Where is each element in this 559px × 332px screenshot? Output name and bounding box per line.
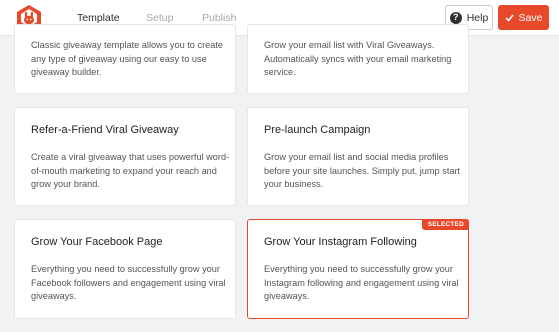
template-card-refer-a-friend[interactable]: Refer-a-Friend Viral Giveaway Create a v… bbox=[14, 107, 236, 206]
card-description: Everything you need to successfully grow… bbox=[31, 264, 226, 301]
question-icon: ? bbox=[449, 11, 462, 24]
selected-badge: SELECTED bbox=[421, 219, 469, 230]
template-card-email-list[interactable]: Grow your email list with Viral Giveaway… bbox=[247, 24, 469, 94]
tab-template[interactable]: Template bbox=[77, 12, 120, 24]
template-card-instagram[interactable]: SELECTED Grow Your Instagram Following E… bbox=[247, 219, 469, 319]
card-description: Create a viral giveaway that uses powerf… bbox=[31, 152, 230, 189]
card-title: Grow Your Facebook Page bbox=[31, 236, 163, 248]
template-card-pre-launch[interactable]: Pre-launch Campaign Grow your email list… bbox=[247, 107, 469, 206]
check-icon bbox=[504, 13, 514, 22]
tab-setup[interactable]: Setup bbox=[146, 12, 173, 24]
card-title: Refer-a-Friend Viral Giveaway bbox=[31, 124, 179, 136]
save-button-label: Save bbox=[518, 11, 543, 24]
tab-publish[interactable]: Publish bbox=[202, 12, 236, 24]
card-title: Grow Your Instagram Following bbox=[264, 236, 417, 248]
card-description: Grow your email list and social media pr… bbox=[264, 152, 461, 189]
template-card-facebook[interactable]: Grow Your Facebook Page Everything you n… bbox=[14, 219, 236, 319]
template-card-classic[interactable]: Classic giveaway template allows you to … bbox=[14, 24, 236, 94]
card-title: Pre-launch Campaign bbox=[264, 124, 371, 136]
card-description: Classic giveaway template allows you to … bbox=[31, 40, 224, 77]
card-description: Grow your email list with Viral Giveaway… bbox=[264, 40, 452, 77]
help-button-label: Help bbox=[466, 11, 489, 24]
save-button[interactable]: Save bbox=[498, 5, 549, 30]
card-description: Everything you need to successfully grow… bbox=[264, 264, 459, 301]
